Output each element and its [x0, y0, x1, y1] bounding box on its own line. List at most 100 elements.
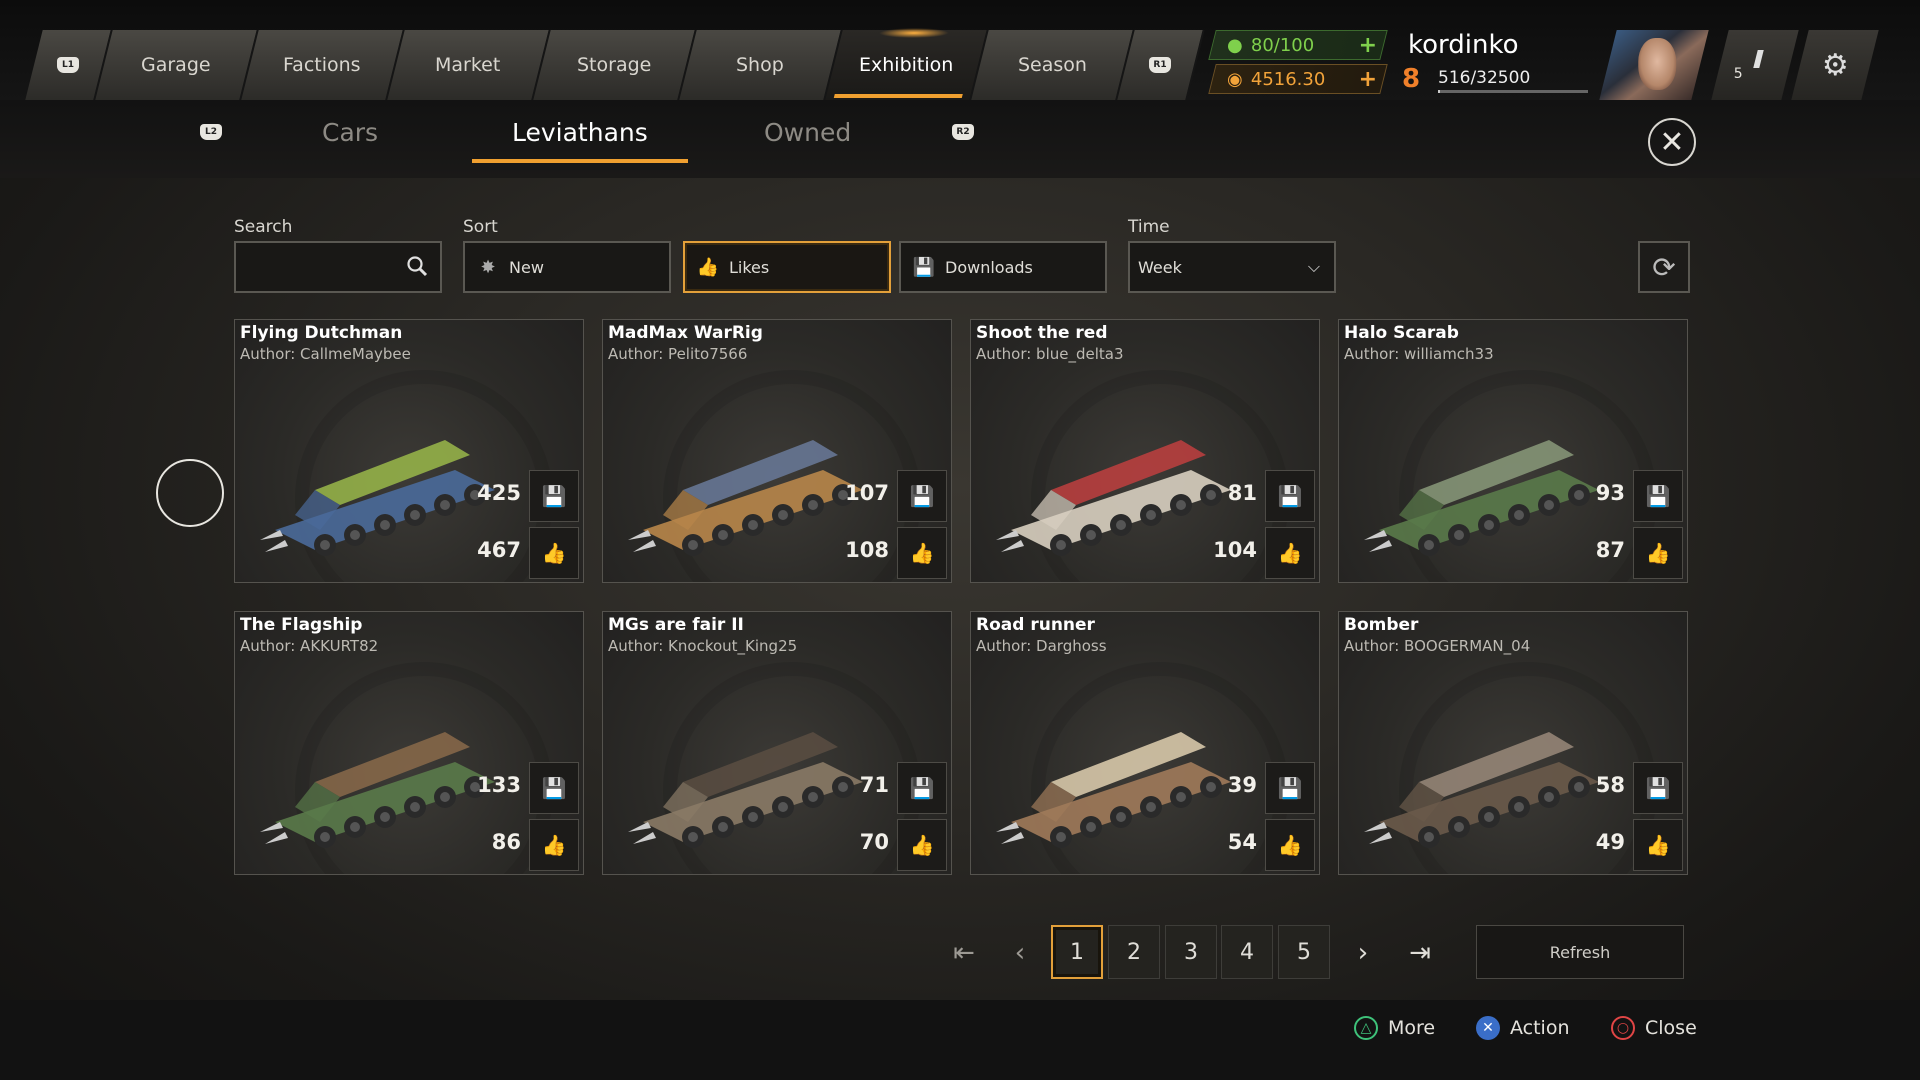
tab-factions[interactable]: Factions	[241, 30, 405, 100]
notification-count: 5	[1733, 66, 1743, 82]
sparkle-icon: ✸	[480, 256, 496, 278]
leviathan-card[interactable]: Flying Dutchman Author: CallmeMaybee 425…	[234, 319, 584, 583]
thumbs-up-icon: 👍	[541, 541, 567, 565]
time-label: Time	[1128, 217, 1170, 237]
time-select[interactable]: Week ⌵	[1128, 241, 1336, 293]
download-button[interactable]: 💾	[1265, 470, 1315, 522]
thumbs-up-icon: 👍	[541, 833, 567, 857]
tab-label: Storage	[576, 54, 652, 76]
sort-new-button[interactable]: ✸ New	[463, 241, 671, 293]
sort-option-label: Likes	[729, 257, 770, 277]
r2-button[interactable]: R2	[952, 124, 974, 140]
subtab-leviathans[interactable]: Leviathans	[472, 118, 688, 163]
card-author: Author: CallmeMaybee	[240, 345, 411, 363]
like-button[interactable]: 👍	[1265, 527, 1315, 579]
search-input[interactable]	[234, 241, 442, 293]
download-count: 93	[1595, 481, 1625, 505]
save-icon: 💾	[1277, 776, 1303, 800]
card-title: Flying Dutchman	[240, 323, 403, 343]
like-count: 87	[1595, 538, 1625, 562]
card-title: MadMax WarRig	[608, 323, 763, 343]
card-title: Road runner	[976, 615, 1095, 635]
download-button[interactable]: 💾	[1265, 762, 1315, 814]
tab-market[interactable]: Market	[387, 30, 551, 100]
tab-label: Garage	[141, 54, 211, 76]
leviathan-card[interactable]: Road runner Author: Darghoss 39 💾 54 👍	[970, 611, 1320, 875]
coins-counter[interactable]: ◉ 4516.30 +	[1208, 64, 1388, 94]
download-button[interactable]: 💾	[529, 762, 579, 814]
refresh-button[interactable]: Refresh	[1476, 925, 1684, 979]
username: kordinko	[1408, 30, 1519, 60]
page-1-button[interactable]: 1	[1051, 925, 1103, 979]
chevron-right-icon: ›	[1357, 938, 1369, 968]
thumbs-up-icon: 👍	[696, 256, 720, 278]
xp-value: 516/32500	[1438, 68, 1531, 88]
hint-label: Close	[1645, 1017, 1697, 1039]
card-title: The Flagship	[240, 615, 363, 635]
l1-icon: L1	[57, 57, 79, 73]
tab-storage[interactable]: Storage	[533, 30, 697, 100]
tab-exhibition[interactable]: Exhibition	[825, 30, 989, 100]
search-label: Search	[234, 217, 293, 237]
tab-garage[interactable]: Garage	[95, 30, 259, 100]
page-4-button[interactable]: 4	[1221, 925, 1273, 979]
like-button[interactable]: 👍	[529, 527, 579, 579]
like-button[interactable]: 👍	[1633, 819, 1683, 871]
chevron-left-icon: ‹	[1014, 938, 1026, 968]
like-button[interactable]: 👍	[897, 527, 947, 579]
card-author: Author: Knockout_King25	[608, 637, 798, 655]
l2-icon: L2	[200, 124, 222, 140]
profile-panel[interactable]: kordinko 8 516/32500	[1398, 28, 1598, 98]
l2-button[interactable]: L2	[200, 124, 222, 140]
sort-likes-button[interactable]: 👍 Likes	[683, 241, 891, 293]
add-fuel-icon[interactable]: +	[1353, 33, 1383, 58]
first-page-button[interactable]: ⇤	[944, 929, 984, 977]
save-icon: 💾	[909, 484, 935, 508]
leviathan-card[interactable]: Halo Scarab Author: williamch33 93 💾 87 …	[1338, 319, 1688, 583]
fuel-counter[interactable]: ● 80/100 +	[1208, 30, 1388, 60]
vehicle-image	[260, 732, 495, 848]
leviathan-card[interactable]: MGs are fair II Author: Knockout_King25 …	[602, 611, 952, 875]
tab-shop[interactable]: Shop	[679, 30, 843, 100]
cursor-ring	[156, 459, 224, 527]
download-button[interactable]: 💾	[1633, 470, 1683, 522]
avatar[interactable]	[1599, 30, 1709, 100]
sort-downloads-button[interactable]: 💾 Downloads	[899, 241, 1107, 293]
download-count: 81	[1227, 481, 1257, 505]
page-2-button[interactable]: 2	[1108, 925, 1160, 979]
next-page-button[interactable]: ›	[1343, 929, 1383, 977]
hint-label: More	[1388, 1017, 1436, 1039]
page-3-button[interactable]: 3	[1165, 925, 1217, 979]
download-button[interactable]: 💾	[897, 762, 947, 814]
like-button[interactable]: 👍	[1633, 527, 1683, 579]
like-count: 49	[1595, 830, 1625, 854]
reload-button[interactable]: ⟳	[1638, 241, 1690, 293]
like-button[interactable]: 👍	[897, 819, 947, 871]
resources-panel: ● 80/100 + ◉ 4516.30 +	[1208, 30, 1388, 100]
leviathan-card[interactable]: The Flagship Author: AKKURT82 133 💾 86 👍	[234, 611, 584, 875]
download-button[interactable]: 💾	[529, 470, 579, 522]
leviathan-card[interactable]: Shoot the red Author: blue_delta3 81 💾 1…	[970, 319, 1320, 583]
download-button[interactable]: 💾	[897, 470, 947, 522]
leviathan-card[interactable]: Bomber Author: BOOGERMAN_04 58 💾 49 👍	[1338, 611, 1688, 875]
circle-button-icon: ○	[1611, 1016, 1635, 1040]
last-page-button[interactable]: ⇥	[1400, 929, 1440, 977]
action-hint[interactable]: ✕ Action	[1476, 1016, 1570, 1040]
prev-page-button[interactable]: ‹	[1000, 929, 1040, 977]
page-5-button[interactable]: 5	[1278, 925, 1330, 979]
add-coins-icon[interactable]: +	[1353, 67, 1383, 92]
like-button[interactable]: 👍	[1265, 819, 1315, 871]
tab-season[interactable]: Season	[971, 30, 1135, 100]
close-button[interactable]: ✕	[1648, 118, 1696, 166]
close-hint[interactable]: ○ Close	[1611, 1016, 1697, 1040]
search-icon	[407, 256, 428, 277]
cross-button-icon: ✕	[1476, 1016, 1500, 1040]
r1-icon: R1	[1149, 57, 1171, 73]
more-hint[interactable]: △ More	[1354, 1016, 1435, 1040]
download-button[interactable]: 💾	[1633, 762, 1683, 814]
like-button[interactable]: 👍	[529, 819, 579, 871]
subtab-cars[interactable]: Cars	[322, 118, 378, 147]
leviathan-card[interactable]: MadMax WarRig Author: Pelito7566 107 💾 1…	[602, 319, 952, 583]
last-page-icon: ⇥	[1409, 938, 1431, 968]
subtab-owned[interactable]: Owned	[764, 118, 851, 147]
